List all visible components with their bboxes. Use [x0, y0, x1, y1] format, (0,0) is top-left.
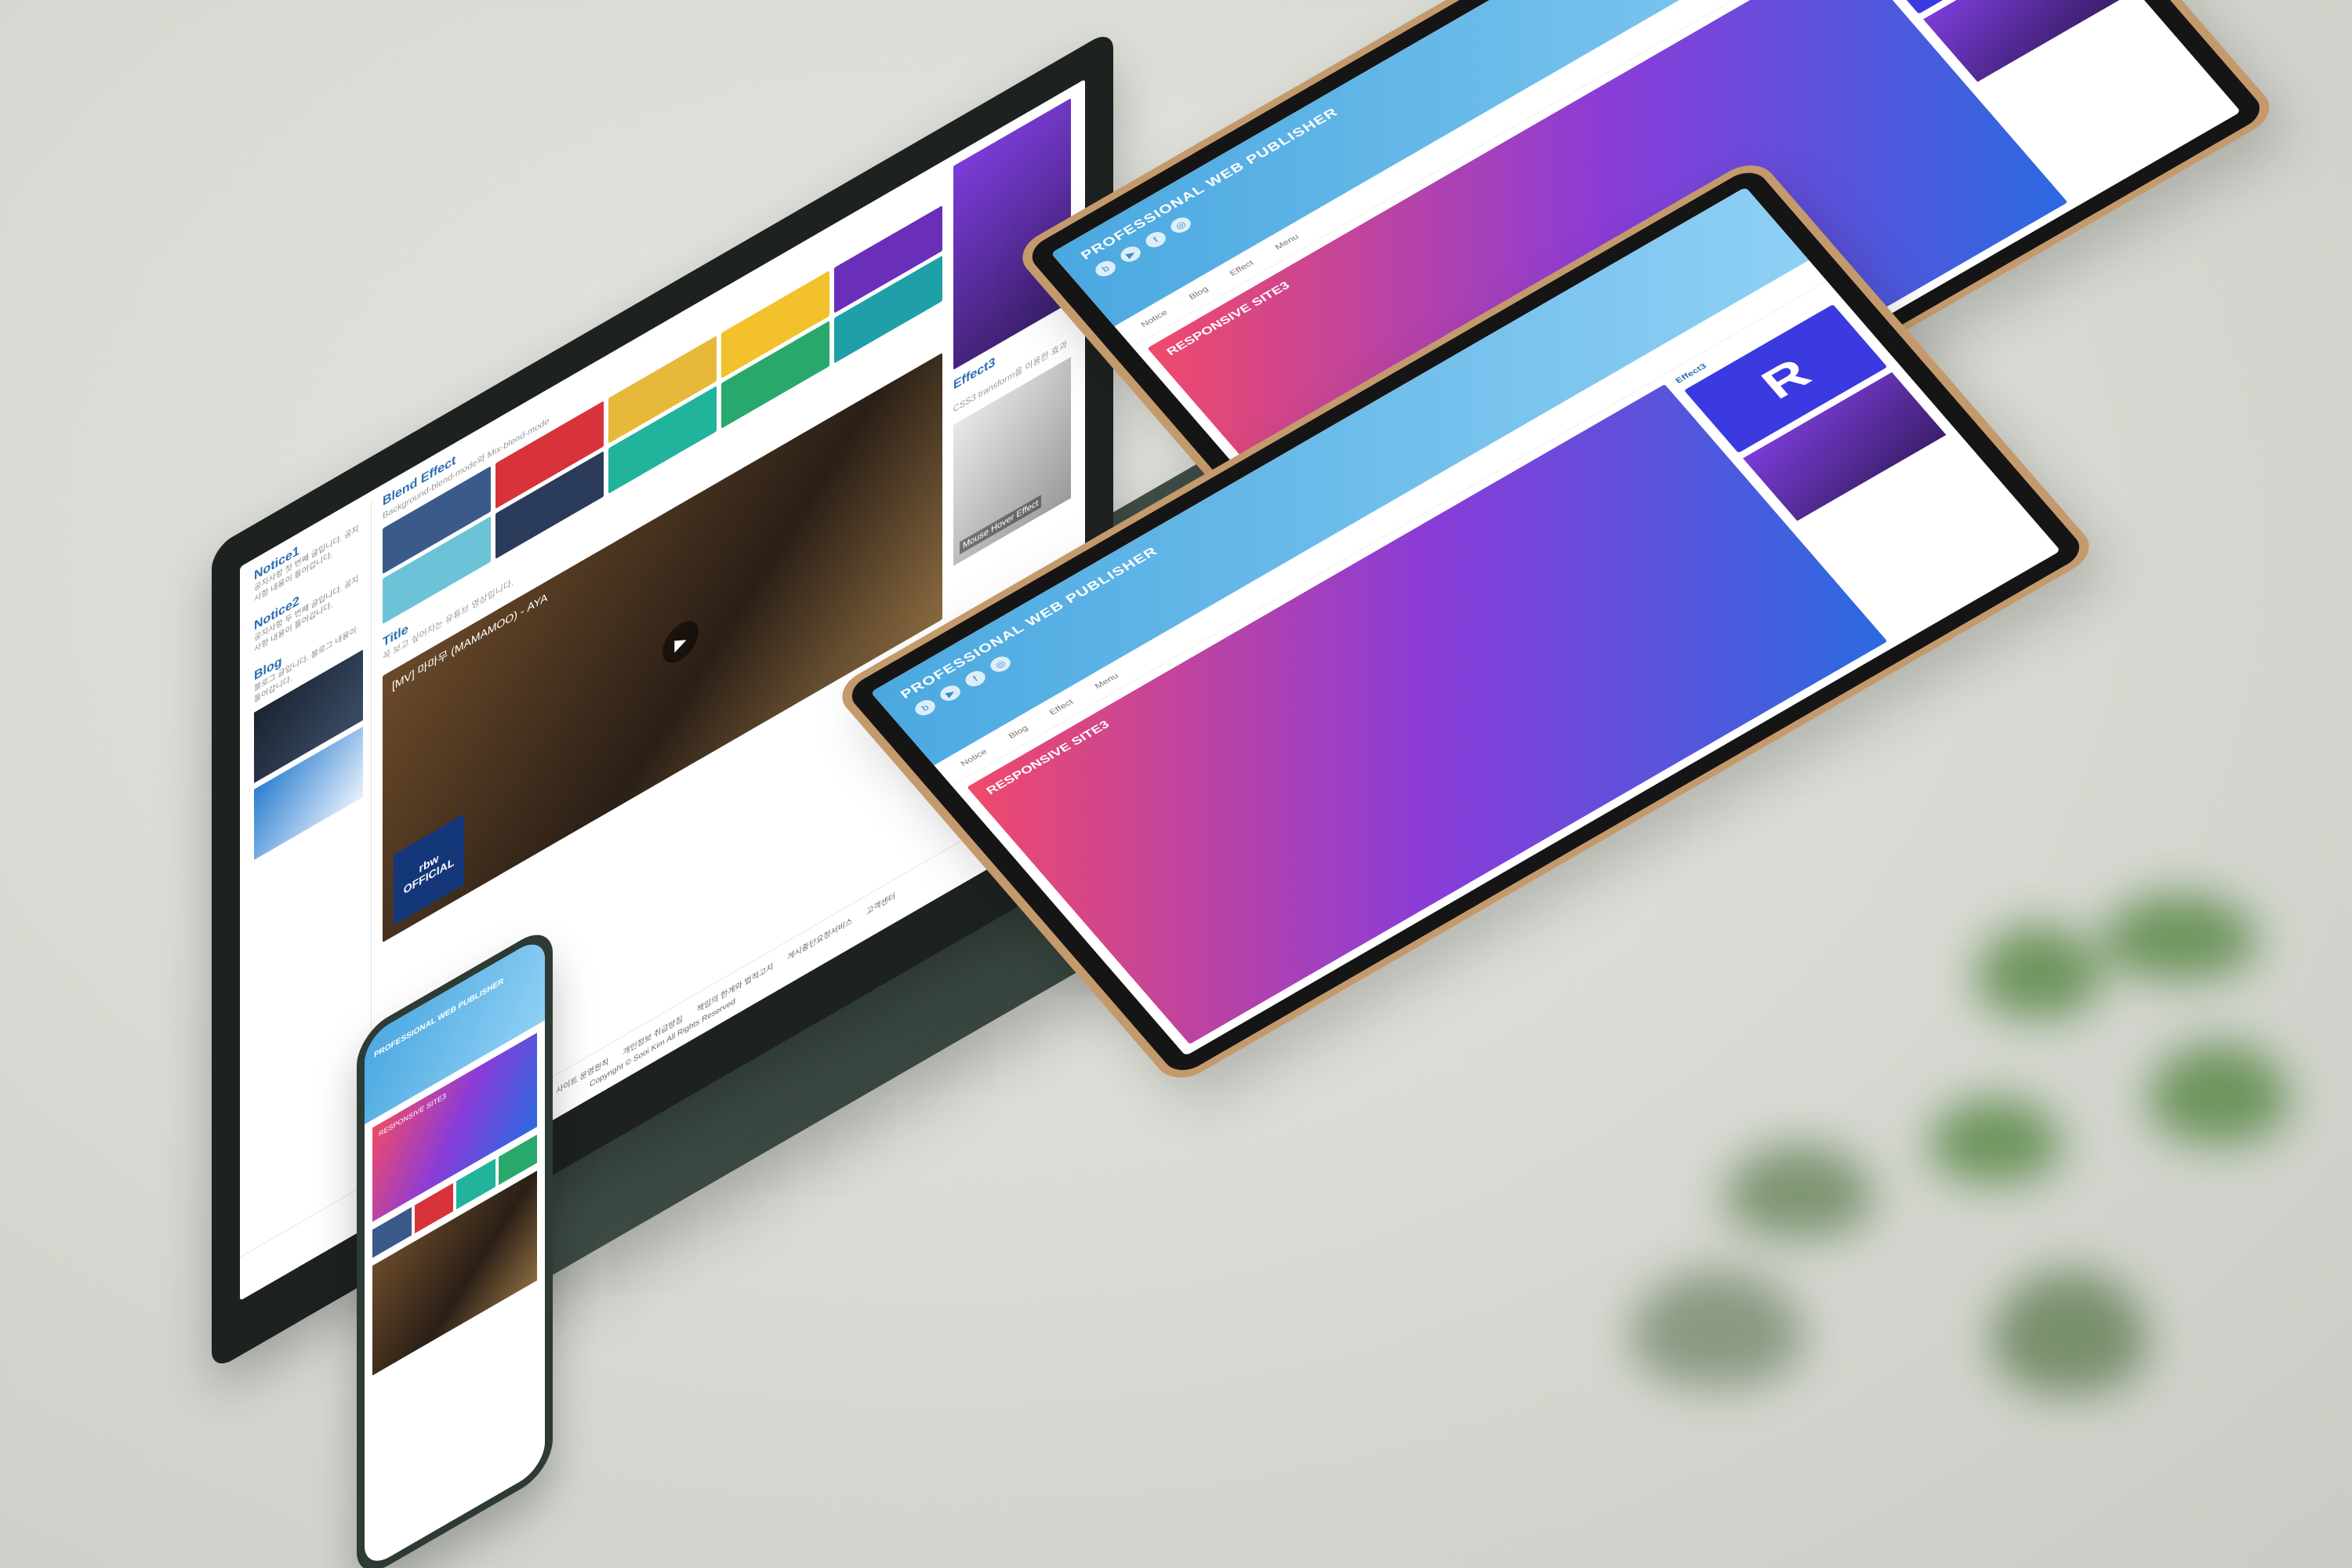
instagram-icon[interactable]: ◎: [986, 653, 1014, 675]
nav-effect[interactable]: Effect: [1047, 698, 1075, 717]
phone: PROFESSIONAL WEB PUBLISHER RESPONSIVE SI…: [357, 921, 553, 1568]
play-icon[interactable]: ▶: [662, 613, 699, 671]
effect3-image[interactable]: Mouse Hover Effect: [953, 357, 1071, 566]
nav-menu[interactable]: Menu: [1273, 233, 1300, 252]
plant-decoration: [1490, 862, 2352, 1568]
mouse-hover-label: Mouse Hover Effect: [960, 494, 1042, 555]
youtube-icon[interactable]: ▶: [1116, 243, 1145, 265]
instagram-icon[interactable]: ◎: [1167, 214, 1195, 236]
nav-blog[interactable]: Blog: [1007, 724, 1029, 740]
side-column: Notice1 공지사항 첫 번째 글입니다. 공지사항 내용이 들어갑니다. …: [254, 502, 372, 1249]
blog-icon[interactable]: b: [911, 696, 939, 719]
nav-menu[interactable]: Menu: [1093, 672, 1120, 691]
nav-effect[interactable]: Effect: [1228, 259, 1255, 278]
blog-icon[interactable]: b: [1091, 257, 1120, 280]
facebook-icon[interactable]: f: [961, 668, 989, 690]
nav-notice[interactable]: Notice: [959, 747, 989, 768]
nav-notice[interactable]: Notice: [1139, 308, 1169, 328]
facebook-icon[interactable]: f: [1142, 229, 1170, 251]
youtube-icon[interactable]: ▶: [936, 682, 964, 704]
nav-blog[interactable]: Blog: [1187, 285, 1210, 301]
tablet-phone-card[interactable]: [1923, 0, 2127, 82]
rbw-logo: rbw OFFICIAL: [394, 814, 464, 926]
phone-screen: PROFESSIONAL WEB PUBLISHER RESPONSIVE SI…: [365, 934, 545, 1568]
